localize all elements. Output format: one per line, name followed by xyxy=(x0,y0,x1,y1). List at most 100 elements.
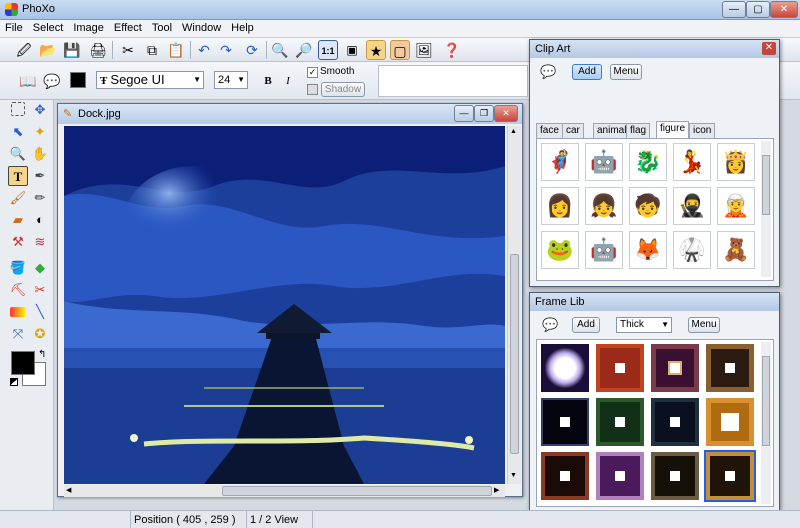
clipart-item[interactable]: 🐸 xyxy=(541,231,579,269)
framelib-bubble-icon[interactable]: 💬 xyxy=(542,317,558,333)
open-folder-icon[interactable]: 📂 xyxy=(38,40,58,60)
smudge-icon[interactable]: ≋ xyxy=(30,232,50,252)
help-icon[interactable]: ❓ xyxy=(442,40,462,60)
close-button[interactable]: ✕ xyxy=(770,1,798,18)
vertical-scrollbar[interactable]: ▲ ▼ xyxy=(507,126,521,484)
clipart-close-button[interactable]: ✕ xyxy=(762,42,776,55)
gradient-icon[interactable] xyxy=(10,307,26,317)
clipart-item[interactable]: 🐉 xyxy=(629,143,667,181)
vertical-scroll-thumb[interactable] xyxy=(510,254,519,454)
scroll-up-icon[interactable]: ▲ xyxy=(510,128,517,135)
clipart-item[interactable]: 👩 xyxy=(541,187,579,225)
tab-animal[interactable]: animal xyxy=(593,123,631,138)
save-icon[interactable]: 💾 xyxy=(62,40,82,60)
paste-icon[interactable]: 📋 xyxy=(166,40,186,60)
font-select[interactable]: Ŧ Segoe UI ▼ xyxy=(96,71,204,89)
speech-bubble-icon[interactable]: 💬 xyxy=(42,71,62,91)
clipart-item[interactable]: 🤖 xyxy=(585,143,623,181)
menu-effect[interactable]: Effect xyxy=(109,20,147,36)
tab-car[interactable]: car xyxy=(562,123,584,138)
undo-icon[interactable]: ↶ xyxy=(194,40,214,60)
framelib-scrollbar[interactable] xyxy=(761,342,771,504)
text-color-swatch[interactable] xyxy=(70,72,86,88)
clipart-item[interactable]: 🦊 xyxy=(629,231,667,269)
maximize-button[interactable]: ▢ xyxy=(746,1,770,18)
redo-icon[interactable]: ↷ xyxy=(216,40,236,60)
zoom-out-icon[interactable]: 🔎 xyxy=(294,40,314,60)
stamp-icon[interactable]: ⛏ xyxy=(8,280,28,300)
clipart-item[interactable]: 🧸 xyxy=(717,231,755,269)
clone-stamp-icon[interactable]: ⚒ xyxy=(8,232,28,252)
eraser-icon[interactable]: ▰ xyxy=(8,210,28,230)
clipart-scroll-thumb[interactable] xyxy=(762,155,770,215)
frame-item[interactable] xyxy=(706,344,754,392)
font-size-select[interactable]: 24 ▼ xyxy=(214,71,248,89)
cut-icon[interactable]: ✂ xyxy=(118,40,138,60)
clipart-item[interactable]: 🧒 xyxy=(629,187,667,225)
frame-icon[interactable]: ▢ xyxy=(390,40,410,60)
frame-item-selected[interactable] xyxy=(704,450,756,502)
hand-tool-icon[interactable]: ✋ xyxy=(30,144,50,164)
new-file-icon[interactable]: 🖉 xyxy=(14,40,34,60)
book-icon[interactable]: 📖 xyxy=(18,71,38,91)
clipart-item[interactable]: 🦸 xyxy=(541,143,579,181)
color-replace-icon[interactable]: ◆ xyxy=(30,258,50,278)
red-eye-icon[interactable]: ✂ xyxy=(30,280,50,300)
image-canvas[interactable] xyxy=(64,126,505,484)
text-input-area[interactable] xyxy=(378,65,528,97)
frame-item[interactable] xyxy=(541,452,589,500)
frame-item[interactable] xyxy=(541,344,589,392)
lasso-select-icon[interactable]: ⬉ xyxy=(8,122,28,142)
clipart-item[interactable]: 💃 xyxy=(673,143,711,181)
horizontal-scrollbar[interactable]: ◀ ▶ xyxy=(64,485,505,497)
framelib-scroll-thumb[interactable] xyxy=(762,356,770,446)
menu-help[interactable]: Help xyxy=(226,20,259,36)
actual-size-icon[interactable]: 1:1 xyxy=(318,40,338,60)
clipart-item[interactable]: 🥋 xyxy=(673,231,711,269)
eyedropper-icon[interactable]: ✒ xyxy=(30,166,50,186)
pencil-icon[interactable]: ✏ xyxy=(30,188,50,208)
rect-select-icon[interactable] xyxy=(11,102,25,116)
foreground-color-swatch[interactable] xyxy=(11,351,35,375)
move-icon[interactable]: ✥ xyxy=(30,100,50,120)
frame-item[interactable] xyxy=(596,398,644,446)
clipart-item[interactable]: 👧 xyxy=(585,187,623,225)
zoom-in-icon[interactable]: 🔍 xyxy=(270,40,290,60)
frame-style-select[interactable]: Thick ▼ xyxy=(616,317,672,333)
shadow-button[interactable]: Shadow xyxy=(321,82,365,97)
doc-restore-button[interactable]: ❐ xyxy=(474,105,494,122)
scroll-right-icon[interactable]: ▶ xyxy=(494,486,499,494)
tab-icon[interactable]: icon xyxy=(689,123,716,138)
minimize-button[interactable]: — xyxy=(722,1,746,18)
text-tool-icon[interactable]: T xyxy=(8,166,28,186)
clipart-item[interactable]: 👸 xyxy=(717,143,755,181)
tab-flag[interactable]: flag xyxy=(626,123,651,138)
transform-icon[interactable]: ⤧ xyxy=(8,324,28,344)
shadow-checkbox[interactable] xyxy=(307,84,318,95)
brush-icon[interactable]: 🖌 xyxy=(8,188,28,208)
clipart-item[interactable]: 🧝 xyxy=(717,187,755,225)
fit-window-icon[interactable]: ▣ xyxy=(342,40,362,60)
fill-bucket-icon[interactable]: 🪣 xyxy=(8,258,28,278)
tab-face[interactable]: face xyxy=(536,123,563,138)
frame-item[interactable] xyxy=(651,398,699,446)
clipart-scrollbar[interactable] xyxy=(761,141,771,277)
scroll-down-icon[interactable]: ▼ xyxy=(510,472,517,479)
bold-button[interactable]: B xyxy=(258,71,278,91)
frame-item[interactable] xyxy=(596,344,644,392)
print-icon[interactable]: 🖨 xyxy=(88,40,108,60)
frame-item[interactable] xyxy=(596,452,644,500)
swap-colors-icon[interactable]: ↰ xyxy=(38,349,46,360)
menu-select[interactable]: Select xyxy=(28,20,69,36)
clipart-add-button[interactable]: Add xyxy=(572,64,602,80)
smooth-checkbox[interactable]: ✓ xyxy=(307,67,318,78)
clipart-bubble-icon[interactable]: 💬 xyxy=(540,64,556,80)
menu-tool[interactable]: Tool xyxy=(147,20,177,36)
magic-wand-icon[interactable]: ✦ xyxy=(30,122,50,142)
clipart-item[interactable]: 🤖 xyxy=(585,231,623,269)
doc-close-button[interactable]: ✕ xyxy=(494,105,518,122)
frame-item[interactable] xyxy=(541,398,589,446)
menu-image[interactable]: Image xyxy=(68,20,109,36)
copy-icon[interactable]: ⧉ xyxy=(142,40,162,60)
favorite-star-icon[interactable]: ★ xyxy=(366,40,386,60)
